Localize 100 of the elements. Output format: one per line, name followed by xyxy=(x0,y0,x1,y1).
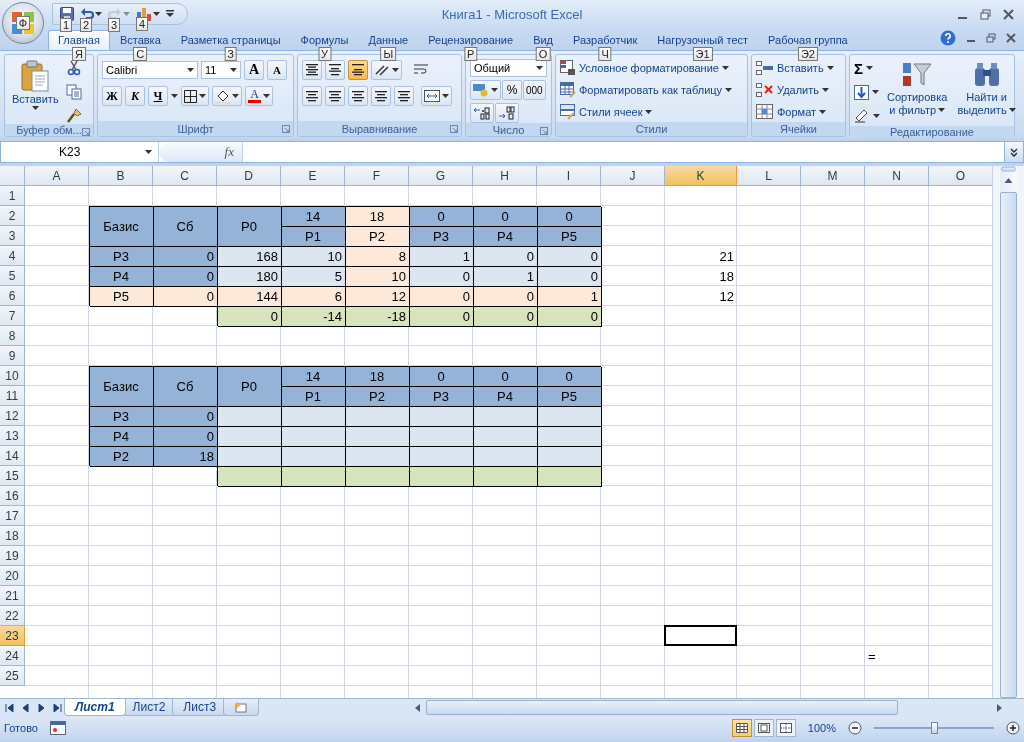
sheet-tab[interactable]: Лист1 xyxy=(64,699,126,716)
row-header[interactable]: 16 xyxy=(0,486,25,506)
increase-indent-button[interactable] xyxy=(394,86,414,106)
view-button[interactable] xyxy=(731,719,752,737)
dialog-launcher-icon[interactable] xyxy=(450,125,458,133)
row-header[interactable]: 25 xyxy=(0,666,25,686)
sheet-nav-icon[interactable] xyxy=(52,701,62,714)
shrink-font-button[interactable]: A xyxy=(267,60,287,80)
font-name-field[interactable]: Calibri xyxy=(102,61,198,79)
row-header[interactable]: 14 xyxy=(0,446,25,466)
customize-toolbar-icon[interactable] xyxy=(166,10,174,18)
cell-cursor[interactable] xyxy=(664,625,737,646)
ribbon-tab[interactable]: Вставка xyxy=(109,30,171,50)
row-header[interactable]: 20 xyxy=(0,566,25,586)
help-icon[interactable] xyxy=(940,30,956,46)
close-icon[interactable] xyxy=(1006,33,1016,43)
ribbon-tab[interactable]: Формулы xyxy=(290,30,359,50)
row-header[interactable]: 24 xyxy=(0,646,25,666)
row-header[interactable]: 18 xyxy=(0,526,25,546)
increase-decimal-button[interactable] xyxy=(470,103,494,123)
ribbon-tab[interactable]: Вид xyxy=(523,30,564,50)
paste-button[interactable]: Вставить xyxy=(9,58,62,124)
font-color-button[interactable]: A xyxy=(245,86,273,106)
zoom-level[interactable]: 100% xyxy=(807,722,836,734)
percent-button[interactable]: % xyxy=(502,80,522,100)
horizontal-scrollbar[interactable] xyxy=(426,700,898,715)
cells-command[interactable]: Формат xyxy=(756,102,834,122)
decrease-indent-button[interactable] xyxy=(371,86,391,106)
column-header[interactable]: K xyxy=(665,166,737,186)
column-header[interactable]: L xyxy=(737,166,801,186)
column-header[interactable]: E xyxy=(281,166,345,186)
row-header[interactable]: 23 xyxy=(0,626,25,646)
sheet-nav-icon[interactable] xyxy=(20,701,30,714)
slider-thumb[interactable] xyxy=(931,722,938,734)
align-left-button[interactable] xyxy=(302,86,322,106)
font-size-field[interactable]: 11 xyxy=(201,61,241,79)
column-header[interactable]: M xyxy=(801,166,865,186)
thousands-button[interactable]: 000 xyxy=(523,80,546,100)
row-header[interactable]: 22 xyxy=(0,606,25,626)
column-header[interactable]: G xyxy=(409,166,473,186)
ribbon-tab[interactable]: Данные xyxy=(358,30,419,50)
ribbon-tab[interactable]: Нагрузочный тест xyxy=(647,30,759,50)
column-header[interactable]: A xyxy=(25,166,89,186)
column-header[interactable]: H xyxy=(473,166,537,186)
zoom-out-icon[interactable] xyxy=(848,721,862,735)
left-arrow-icon[interactable] xyxy=(413,701,423,714)
vertical-align-button[interactable] xyxy=(348,60,368,80)
row-header[interactable]: 1 xyxy=(0,186,25,206)
align-right-button[interactable] xyxy=(348,86,368,106)
column-header[interactable]: I xyxy=(537,166,601,186)
style-command[interactable]: Стили ячеек xyxy=(560,102,733,122)
sheet-nav-icon[interactable] xyxy=(36,701,46,714)
macro-record-icon[interactable] xyxy=(49,721,66,735)
row-header[interactable]: 3 xyxy=(0,226,25,246)
sheet-nav-icon[interactable] xyxy=(4,701,14,714)
ribbon-tab[interactable]: Разметка страницы xyxy=(170,30,291,50)
column-header[interactable]: D xyxy=(217,166,281,186)
right-arrow-icon[interactable] xyxy=(994,701,1004,714)
cells-command[interactable]: Удалить xyxy=(756,80,834,100)
ribbon-tab[interactable]: Рабочая группа xyxy=(758,30,858,50)
orientation-button[interactable] xyxy=(371,60,402,80)
row-header[interactable]: 15 xyxy=(0,466,25,486)
row-header[interactable]: 6 xyxy=(0,286,25,306)
close-icon[interactable] xyxy=(1003,8,1014,20)
dialog-launcher-icon[interactable] xyxy=(82,128,90,136)
scissors-icon[interactable] xyxy=(65,60,82,76)
italic-button[interactable]: К xyxy=(125,86,145,106)
undo-icon[interactable] xyxy=(80,7,94,21)
style-command[interactable]: Форматировать как таблицу xyxy=(560,80,733,100)
fill-button[interactable] xyxy=(854,82,880,102)
zoom-in-icon[interactable] xyxy=(1006,721,1020,735)
vertical-align-button[interactable] xyxy=(302,60,322,80)
bold-button[interactable]: Ж xyxy=(102,86,122,106)
row-header[interactable]: 8 xyxy=(0,326,25,346)
row-header[interactable]: 7 xyxy=(0,306,25,326)
row-header[interactable]: 2 xyxy=(0,206,25,226)
row-header[interactable]: 10 xyxy=(0,366,25,386)
vertical-scrollbar[interactable] xyxy=(1000,166,1017,698)
dialog-launcher-icon[interactable] xyxy=(282,125,290,133)
column-header[interactable]: O xyxy=(929,166,993,186)
row-header[interactable]: 19 xyxy=(0,546,25,566)
row-header[interactable]: 4 xyxy=(0,246,25,266)
cells-command[interactable]: Вставить xyxy=(756,58,834,78)
row-header[interactable]: 5 xyxy=(0,266,25,286)
dialog-launcher-icon[interactable] xyxy=(540,127,548,135)
row-header[interactable]: 13 xyxy=(0,426,25,446)
row-header[interactable]: 9 xyxy=(0,346,25,366)
column-header[interactable]: N xyxy=(865,166,929,186)
autosum-button[interactable]: Σ xyxy=(854,58,880,78)
view-button[interactable] xyxy=(753,719,774,737)
currency-button[interactable] xyxy=(470,80,501,100)
row-header[interactable]: 17 xyxy=(0,506,25,526)
row-header[interactable]: 12 xyxy=(0,406,25,426)
find-select-button[interactable]: Найти и выделить xyxy=(954,58,1019,126)
paintbrush-icon[interactable] xyxy=(65,108,82,124)
underline-button[interactable]: Ч xyxy=(148,86,168,106)
borders-button[interactable] xyxy=(181,86,209,106)
column-header[interactable]: J xyxy=(601,166,665,186)
view-button[interactable] xyxy=(775,719,796,737)
grow-font-button[interactable]: A xyxy=(244,60,264,80)
